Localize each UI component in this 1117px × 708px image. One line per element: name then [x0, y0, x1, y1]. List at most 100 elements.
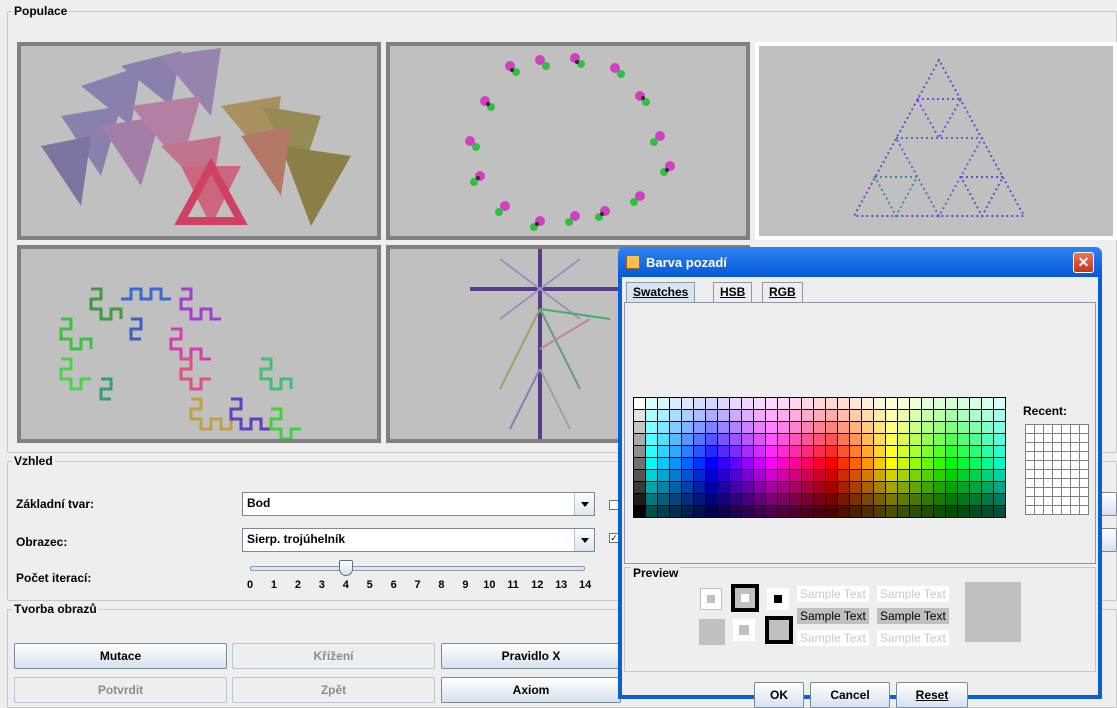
color-swatch[interactable]: [982, 410, 993, 421]
recent-swatch[interactable]: [1035, 470, 1043, 478]
color-swatch[interactable]: [682, 398, 693, 409]
color-swatch[interactable]: [850, 494, 861, 505]
color-swatch[interactable]: [970, 446, 981, 457]
color-swatch[interactable]: [826, 422, 837, 433]
color-swatch[interactable]: [706, 422, 717, 433]
color-swatch[interactable]: [826, 482, 837, 493]
color-swatch[interactable]: [910, 446, 921, 457]
color-swatch[interactable]: [646, 422, 657, 433]
dialog-titlebar[interactable]: Barva pozadí: [618, 247, 1102, 277]
color-swatch[interactable]: [802, 470, 813, 481]
tab-swatches[interactable]: Swatches: [626, 282, 696, 302]
color-swatch[interactable]: [826, 434, 837, 445]
recent-swatch[interactable]: [1062, 497, 1070, 505]
color-swatch[interactable]: [910, 506, 921, 517]
color-swatch[interactable]: [838, 422, 849, 433]
color-swatch[interactable]: [730, 410, 741, 421]
color-swatch[interactable]: [934, 422, 945, 433]
recent-swatch[interactable]: [1026, 434, 1034, 442]
color-swatch[interactable]: [826, 458, 837, 469]
recent-swatch[interactable]: [1062, 425, 1070, 433]
recent-swatch[interactable]: [1035, 506, 1043, 514]
color-swatch[interactable]: [790, 446, 801, 457]
color-swatch[interactable]: [874, 506, 885, 517]
color-swatch[interactable]: [670, 494, 681, 505]
recent-swatch-grid[interactable]: [1025, 424, 1089, 515]
color-swatch[interactable]: [958, 506, 969, 517]
color-swatch[interactable]: [706, 506, 717, 517]
color-swatch[interactable]: [790, 482, 801, 493]
color-swatch[interactable]: [886, 470, 897, 481]
recent-swatch[interactable]: [1053, 425, 1061, 433]
color-swatch[interactable]: [766, 494, 777, 505]
recent-swatch[interactable]: [1080, 425, 1088, 433]
color-swatch[interactable]: [898, 410, 909, 421]
color-swatch[interactable]: [922, 422, 933, 433]
color-swatch[interactable]: [634, 482, 645, 493]
recent-swatch[interactable]: [1071, 452, 1079, 460]
color-swatch[interactable]: [646, 494, 657, 505]
color-swatch[interactable]: [802, 482, 813, 493]
color-swatch[interactable]: [802, 398, 813, 409]
color-swatch[interactable]: [730, 422, 741, 433]
color-swatch[interactable]: [982, 506, 993, 517]
color-swatch[interactable]: [730, 506, 741, 517]
tile-sierpinski[interactable]: [755, 42, 1117, 240]
color-swatch[interactable]: [754, 422, 765, 433]
color-swatch[interactable]: [646, 458, 657, 469]
color-swatch[interactable]: [958, 446, 969, 457]
color-swatch[interactable]: [718, 422, 729, 433]
color-swatch[interactable]: [910, 470, 921, 481]
confirm-button[interactable]: Potvrdit: [14, 677, 227, 703]
tile-dragon-curve[interactable]: [17, 245, 381, 443]
color-swatch[interactable]: [922, 494, 933, 505]
recent-swatch[interactable]: [1053, 470, 1061, 478]
color-swatch[interactable]: [766, 470, 777, 481]
color-swatch[interactable]: [826, 506, 837, 517]
color-swatch[interactable]: [982, 470, 993, 481]
color-swatch[interactable]: [886, 422, 897, 433]
color-swatch[interactable]: [886, 458, 897, 469]
color-swatch[interactable]: [874, 494, 885, 505]
color-swatch[interactable]: [958, 398, 969, 409]
color-swatch[interactable]: [634, 506, 645, 517]
color-swatch[interactable]: [886, 410, 897, 421]
color-swatch[interactable]: [706, 410, 717, 421]
crossover-button[interactable]: Křížení: [232, 643, 435, 669]
color-swatch[interactable]: [694, 410, 705, 421]
color-swatch[interactable]: [766, 482, 777, 493]
color-swatch[interactable]: [754, 398, 765, 409]
color-swatch[interactable]: [778, 410, 789, 421]
color-swatch[interactable]: [634, 494, 645, 505]
color-swatch[interactable]: [670, 410, 681, 421]
color-swatch[interactable]: [886, 398, 897, 409]
recent-swatch[interactable]: [1062, 434, 1070, 442]
color-swatch[interactable]: [694, 482, 705, 493]
recent-swatch[interactable]: [1044, 425, 1052, 433]
color-swatch[interactable]: [994, 422, 1005, 433]
color-swatch[interactable]: [862, 410, 873, 421]
color-swatch[interactable]: [754, 482, 765, 493]
color-swatch[interactable]: [850, 470, 861, 481]
color-swatch[interactable]: [670, 506, 681, 517]
recent-swatch[interactable]: [1062, 488, 1070, 496]
color-swatch[interactable]: [898, 482, 909, 493]
recent-swatch[interactable]: [1035, 425, 1043, 433]
recent-swatch[interactable]: [1062, 461, 1070, 469]
color-swatch[interactable]: [898, 434, 909, 445]
recent-swatch[interactable]: [1071, 488, 1079, 496]
color-swatch[interactable]: [910, 458, 921, 469]
recent-swatch[interactable]: [1026, 452, 1034, 460]
color-swatch[interactable]: [742, 398, 753, 409]
color-swatch[interactable]: [874, 410, 885, 421]
color-swatch[interactable]: [922, 398, 933, 409]
color-swatch[interactable]: [730, 446, 741, 457]
recent-swatch[interactable]: [1035, 443, 1043, 451]
color-swatch[interactable]: [850, 506, 861, 517]
color-swatch[interactable]: [886, 434, 897, 445]
color-swatch[interactable]: [790, 410, 801, 421]
color-swatch[interactable]: [850, 434, 861, 445]
color-swatch[interactable]: [742, 446, 753, 457]
tile-triangle-tree[interactable]: [17, 42, 381, 240]
color-swatch[interactable]: [658, 494, 669, 505]
